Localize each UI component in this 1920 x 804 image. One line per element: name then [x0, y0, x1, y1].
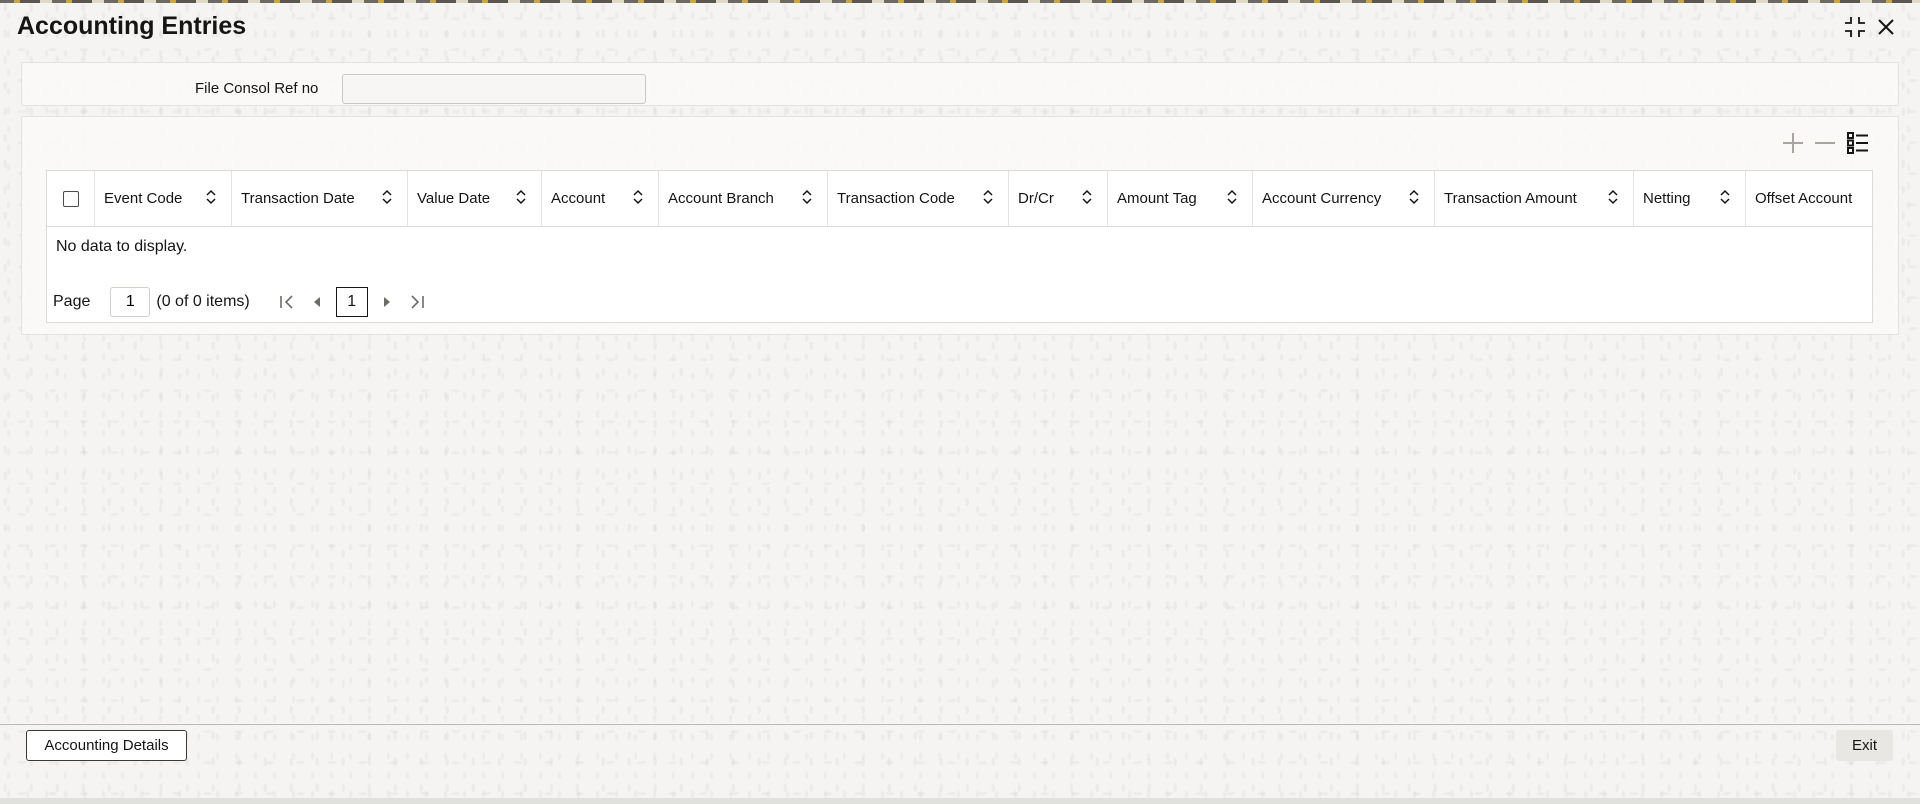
delete-row-icon[interactable]	[1812, 130, 1838, 156]
column-header-account-currency[interactable]: Account Currency	[1253, 171, 1435, 226]
sort-icon[interactable]	[801, 189, 813, 205]
current-page-button[interactable]: 1	[335, 287, 368, 317]
sort-icon[interactable]	[515, 189, 527, 205]
next-page-icon[interactable]	[376, 291, 398, 313]
column-header-dr-cr[interactable]: Dr/Cr	[1009, 171, 1108, 226]
add-row-icon[interactable]	[1780, 130, 1806, 156]
close-icon[interactable]	[1873, 14, 1899, 40]
column-header-account[interactable]: Account	[542, 171, 659, 226]
accounting-details-button[interactable]: Accounting Details	[26, 730, 187, 761]
accounting-entries-table: Event Code Transaction Date Value Date A…	[46, 170, 1873, 323]
empty-table-message: No data to display.	[56, 238, 188, 255]
previous-page-icon[interactable]	[306, 291, 328, 313]
sort-icon[interactable]	[1607, 189, 1619, 205]
sort-icon[interactable]	[205, 189, 217, 205]
sort-icon[interactable]	[1081, 189, 1093, 205]
table-header-row: Event Code Transaction Date Value Date A…	[47, 171, 1872, 227]
column-header-offset-account[interactable]: Offset Account	[1746, 171, 1872, 226]
page-number-input[interactable]	[110, 287, 151, 317]
column-header-transaction-date[interactable]: Transaction Date	[232, 171, 408, 226]
last-page-icon[interactable]	[406, 291, 428, 313]
items-count-text: (0 of 0 items)	[156, 293, 250, 310]
column-header-transaction-code[interactable]: Transaction Code	[828, 171, 1009, 226]
footer-divider	[0, 724, 1920, 725]
select-all-cell	[47, 171, 95, 226]
file-consol-ref-input[interactable]	[342, 74, 646, 104]
sort-icon[interactable]	[381, 189, 393, 205]
page-title: Accounting Entries	[17, 12, 247, 40]
column-header-value-date[interactable]: Value Date	[408, 171, 542, 226]
minimize-icon[interactable]	[1842, 14, 1868, 40]
page-label: Page	[53, 293, 91, 310]
select-all-checkbox[interactable]	[62, 190, 79, 207]
sort-icon[interactable]	[1226, 189, 1238, 205]
sort-icon[interactable]	[1408, 189, 1420, 205]
column-header-amount-tag[interactable]: Amount Tag	[1108, 171, 1253, 226]
file-consol-ref-label: File Consol Ref no	[195, 80, 319, 97]
single-view-icon[interactable]	[1845, 130, 1871, 156]
exit-button[interactable]: Exit	[1836, 730, 1893, 761]
column-header-transaction-amount[interactable]: Transaction Amount	[1435, 171, 1634, 226]
column-header-netting[interactable]: Netting	[1634, 171, 1746, 226]
top-banner-strip	[0, 0, 1920, 3]
sort-icon[interactable]	[982, 189, 994, 205]
sort-icon[interactable]	[632, 189, 644, 205]
column-header-account-branch[interactable]: Account Branch	[659, 171, 828, 226]
bottom-strip	[0, 798, 1920, 804]
pagination-bar: Page (0 of 0 items) 1	[53, 286, 428, 318]
first-page-icon[interactable]	[276, 291, 298, 313]
column-header-event-code[interactable]: Event Code	[95, 171, 232, 226]
sort-icon[interactable]	[1719, 189, 1731, 205]
